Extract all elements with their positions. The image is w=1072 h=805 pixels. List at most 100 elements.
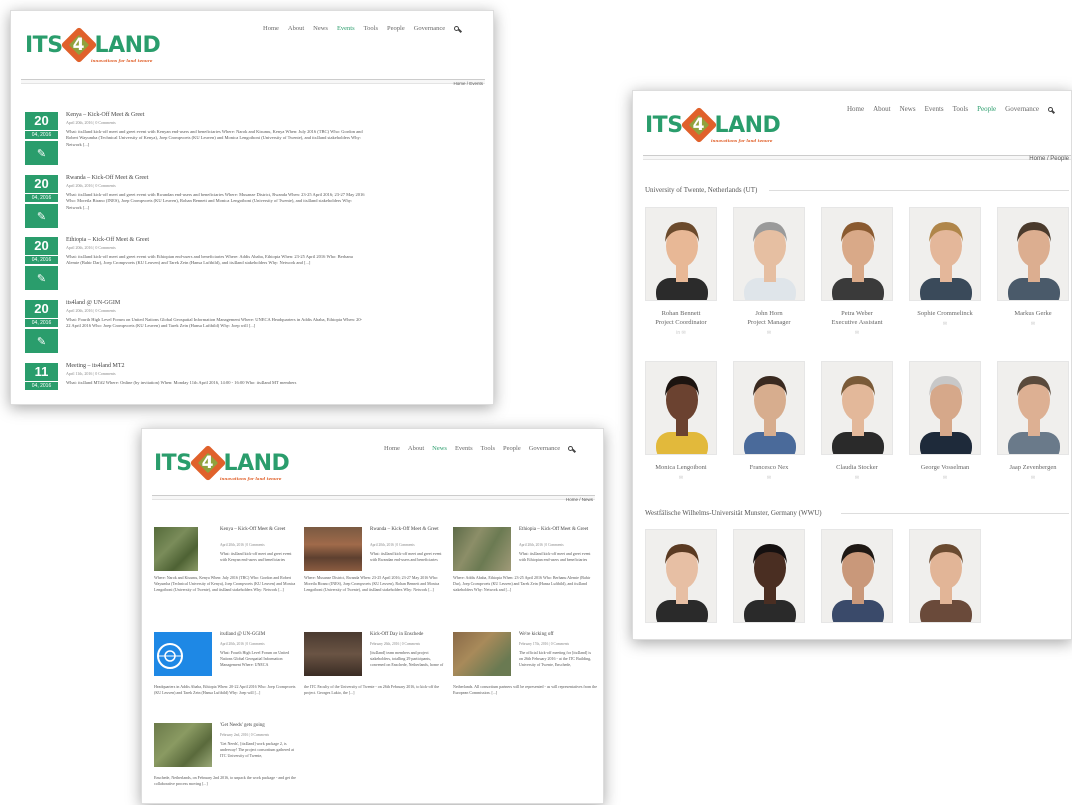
person-social-icons[interactable]: ✉ [997, 321, 1069, 327]
event-title[interactable]: Ethiopia – Kick-Off Meet & Greet [66, 237, 366, 243]
nav-tools[interactable]: Tools [953, 105, 968, 113]
person-photo[interactable] [733, 207, 805, 301]
nav-news[interactable]: News [313, 25, 328, 32]
search-icon[interactable] [1047, 106, 1053, 112]
news-title[interactable]: Kick-Off Day in Enschede [370, 632, 446, 638]
person-name: George Vosselman [920, 464, 970, 471]
section-divider [769, 190, 1069, 191]
nav-home[interactable]: Home [847, 105, 864, 113]
nav-tools[interactable]: Tools [481, 445, 495, 452]
news-meta: April 20th, 2016 | 0 Comments [220, 642, 265, 646]
nav-about[interactable]: About [408, 445, 424, 452]
event-title[interactable]: its4land @ UN-GGIM [66, 300, 366, 306]
news-title[interactable]: Rwanda – Kick-Off Meet & Greet [370, 527, 446, 533]
person-photo[interactable] [821, 529, 893, 623]
news-thumbnail-kenya[interactable] [154, 527, 198, 571]
news-title[interactable]: 'Get Needs' gets going [220, 723, 296, 729]
pencil-icon: ✎ [25, 141, 58, 165]
nav-about[interactable]: About [288, 25, 304, 32]
event-post: Meeting – its4land MT2 April 11th, 2016 … [66, 363, 366, 386]
news-thumbnail-get-needs[interactable] [154, 723, 212, 767]
news-title[interactable]: Ethiopia – Kick-Off Meet & Greet [519, 527, 595, 533]
person-social-icons[interactable]: ✉ [909, 475, 981, 481]
section-heading-ut: University of Twente, Netherlands (UT) [645, 186, 758, 194]
news-thumbnail-enschede[interactable] [304, 632, 362, 676]
news-side-text: 'Get Needs', [its4land] work package 2, … [220, 741, 295, 758]
news-thumbnail-rwanda[interactable] [304, 527, 362, 571]
nav-governance[interactable]: Governance [414, 25, 445, 32]
person-social-icons[interactable]: ✉ [997, 475, 1069, 481]
person-name: Claudia Stocker [836, 464, 878, 471]
person-photo[interactable] [645, 361, 717, 455]
person-photo[interactable] [821, 361, 893, 455]
person-role: Project Coordinator [655, 319, 707, 326]
person-photo[interactable] [997, 207, 1069, 301]
news-thumbnail-un-ggim[interactable] [154, 632, 212, 676]
news-card: We're kicking off February 17th, 2016 | … [453, 632, 598, 727]
nav-governance[interactable]: Governance [1005, 105, 1039, 113]
person-photo[interactable] [909, 207, 981, 301]
event-date-box: 20 04, 2016 ✎ [25, 237, 58, 290]
section-heading-wwu: Westfälische Wilhelms-Universität Munste… [645, 509, 822, 517]
nav-tools[interactable]: Tools [364, 25, 378, 32]
event-meta: April 11th, 2016 | 0 Comments [66, 371, 116, 376]
person-photo[interactable] [997, 361, 1069, 455]
news-excerpt: Where: Addis Ababa, Ethiopia When: 23-25… [453, 575, 591, 592]
person-portrait [734, 530, 804, 622]
person-social-icons[interactable]: ✉ [645, 475, 717, 481]
person-social-icons[interactable]: ✉ [821, 475, 893, 481]
nav-events[interactable]: Events [337, 25, 355, 32]
person-social-icons[interactable]: in ✉ [645, 330, 717, 336]
nav-events[interactable]: Events [455, 445, 473, 452]
person-photo[interactable] [733, 529, 805, 623]
event-title[interactable]: Kenya – Kick-Off Meet & Greet [66, 112, 366, 118]
search-icon[interactable] [454, 26, 460, 31]
its4land-logo[interactable]: ITS 4 LAND innovations for land tenure [645, 105, 781, 145]
nav-governance[interactable]: Governance [529, 445, 560, 452]
person-social-icons[interactable]: ✉ [909, 321, 981, 327]
person-photo[interactable] [733, 361, 805, 455]
person-photo[interactable] [821, 207, 893, 301]
nav-home[interactable]: Home [384, 445, 400, 452]
nav-people[interactable]: People [503, 445, 521, 452]
news-title[interactable]: Kenya – Kick-Off Meet & Greet [220, 527, 296, 533]
logo-tagline: innovations for land tenure [91, 58, 153, 63]
nav-home[interactable]: Home [263, 25, 279, 32]
nav-about[interactable]: About [873, 105, 891, 113]
person-photo[interactable] [909, 361, 981, 455]
nav-people[interactable]: People [387, 25, 405, 32]
event-meta: April 20th, 2016 | 0 Comments [66, 245, 116, 250]
news-thumbnail-ethiopia[interactable] [453, 527, 511, 571]
event-title[interactable]: Rwanda – Kick-Off Meet & Greet [66, 175, 366, 181]
news-title[interactable]: We're kicking off [519, 632, 595, 638]
news-meta: April 20th, 2016 | 0 Comments [519, 543, 564, 547]
person-photo[interactable] [909, 529, 981, 623]
event-title[interactable]: Meeting – its4land MT2 [66, 363, 366, 369]
person-social-icons[interactable]: ✉ [733, 475, 805, 481]
its4land-logo[interactable]: ITS 4 LAND innovations for land tenure [25, 25, 161, 65]
person-portrait [998, 362, 1068, 454]
event-excerpt: What: its4land MT#2 Where: Online (by in… [66, 380, 297, 385]
logo-4-mark: 4 [680, 106, 717, 144]
news-title[interactable]: its4land @ UN-GGIM [220, 632, 296, 638]
person-social-icons[interactable]: ✉ [821, 330, 893, 336]
person-portrait [646, 208, 716, 300]
pencil-icon: ✎ [25, 329, 58, 353]
nav-news[interactable]: News [900, 105, 916, 113]
person-social-icons[interactable]: ✉ [733, 330, 805, 336]
person-name: Petra Weber [841, 310, 873, 317]
news-window: ITS 4 LAND innovations for land tenure H… [141, 428, 604, 804]
search-icon[interactable] [568, 446, 574, 451]
news-thumbnail-kickoff[interactable] [453, 632, 511, 676]
person-photo[interactable] [645, 207, 717, 301]
person-card: Markus Gerke ✉ [997, 207, 1069, 327]
its4land-logo[interactable]: ITS 4 LAND innovations for land tenure [154, 443, 290, 483]
nav-news[interactable]: News [432, 445, 447, 452]
person-portrait [822, 208, 892, 300]
person-name: Rohan Bennett [661, 310, 701, 317]
person-portrait [646, 362, 716, 454]
news-card: Kick-Off Day in Enschede February 26th, … [304, 632, 449, 727]
nav-events[interactable]: Events [925, 105, 944, 113]
nav-people[interactable]: People [977, 105, 996, 113]
person-photo[interactable] [645, 529, 717, 623]
